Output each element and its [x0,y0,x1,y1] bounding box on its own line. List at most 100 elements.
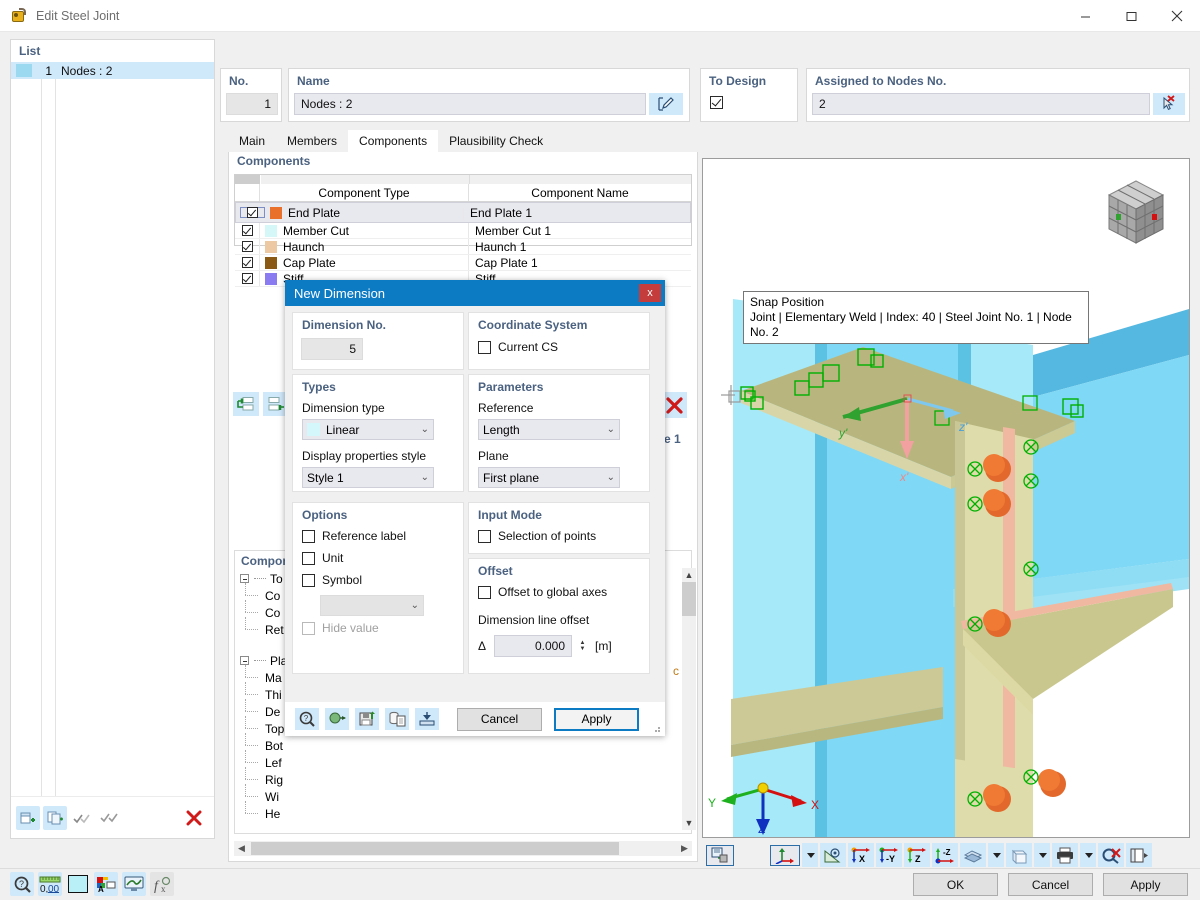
tree-item[interactable]: Wi [235,788,691,805]
offset-to-global-axes-checkbox[interactable]: Offset to global axes [478,585,607,599]
symbol-select[interactable]: ⌄ [320,595,424,616]
unit-checkbox[interactable]: Unit [302,551,343,565]
joint-name-input[interactable]: Nodes : 2 [294,93,646,115]
row-checkbox[interactable] [235,255,260,270]
view-cube-icon[interactable] [1097,173,1175,251]
assigned-nodes-input[interactable]: 2 [812,93,1150,115]
collapse-icon[interactable] [240,656,249,665]
color-swatch-icon[interactable] [66,872,90,896]
selection-of-points-checkbox[interactable]: Selection of points [478,529,596,543]
tab-main[interactable]: Main [228,130,276,152]
tab-plausibility-check[interactable]: Plausibility Check [438,130,554,152]
axes-icon[interactable] [770,845,800,866]
steel-joint-icon [10,7,28,25]
tree-item[interactable]: He [235,805,691,822]
indent-left-icon[interactable] [233,392,259,416]
shading-icon[interactable] [960,843,986,867]
scroll-left-icon[interactable]: ◀ [234,841,249,856]
to-design-checkbox[interactable] [710,95,723,109]
property-tree-hscrollbar[interactable]: ◀ ▶ [234,841,692,856]
tab-components[interactable]: Components [348,130,438,152]
help-icon[interactable]: ? [10,872,34,896]
row-checkbox[interactable] [235,239,260,254]
import-icon[interactable] [325,708,349,730]
close-icon[interactable]: x [639,284,661,302]
apply-button[interactable]: Apply [1103,873,1188,896]
current-cs-checkbox[interactable]: Current CS [478,340,558,354]
tree-item[interactable]: Lef [235,754,691,771]
caret-down-icon[interactable] [1080,843,1096,867]
dimension-no-input[interactable]: 5 [301,338,363,360]
display-style-select[interactable]: Style 1 ⌄ [302,467,434,488]
tree-group-bolts[interactable]: Bolts [235,832,691,834]
table-row[interactable]: End Plate End Plate 1 [235,202,691,223]
edit-icon[interactable] [649,93,683,115]
view-neg-y-icon[interactable]: -Y [876,843,902,867]
view-z-icon[interactable]: Z [904,843,930,867]
cancel-button[interactable]: Cancel [1008,873,1093,896]
center-icon[interactable] [415,708,439,730]
print-icon[interactable] [1052,843,1078,867]
list-item[interactable]: 1 Nodes : 2 [11,62,214,79]
scroll-right-icon[interactable]: ▶ [677,841,692,856]
collapse-icon[interactable] [240,574,249,583]
apply-button[interactable]: Apply [554,708,639,731]
ok-button[interactable]: OK [913,873,998,896]
copy-list-icon[interactable] [385,708,409,730]
close-icon[interactable] [1154,0,1200,32]
display-icon[interactable] [122,872,146,896]
plane-select[interactable]: First plane ⌄ [478,467,620,488]
delete-icon[interactable] [182,806,206,830]
dialog-title-bar[interactable]: New Dimension x [285,280,665,306]
pick-cursor-icon[interactable] [1153,93,1185,115]
table-row[interactable]: Haunch Haunch 1 [235,239,691,255]
caret-down-icon[interactable] [1034,843,1050,867]
symbol-checkbox[interactable]: Symbol [302,573,362,587]
dimension-line-offset-input[interactable]: 0.000 [494,635,572,657]
wireframe-icon[interactable] [1006,843,1032,867]
tree-item[interactable]: Rig [235,771,691,788]
view-neg-z-icon[interactable]: -Z [932,843,958,867]
dimension-type-select[interactable]: Linear ⌄ [302,419,434,440]
row-checkbox[interactable] [235,223,260,238]
3d-viewport[interactable]: y' z' x' X Y [702,158,1190,838]
offset-stepper[interactable]: ▲▼ [578,640,587,652]
caret-down-icon[interactable] [988,843,1004,867]
help-icon[interactable]: ? [295,708,319,730]
units-icon[interactable]: 0, 00 [38,872,62,896]
minimize-icon[interactable] [1062,0,1108,32]
row-checkbox[interactable] [240,207,265,218]
scroll-down-icon[interactable]: ▼ [682,816,696,830]
caret-down-icon[interactable] [802,843,818,867]
view-x-icon[interactable]: X [848,843,874,867]
table-row[interactable]: Member Cut Member Cut 1 [235,223,691,239]
measure-icon[interactable] [820,843,846,867]
new-icon[interactable] [16,806,40,830]
save-icon[interactable] [355,708,379,730]
svg-text:Y: Y [708,796,716,810]
components-mid-toolbar [233,392,289,416]
table-row[interactable]: Cap Plate Cap Plate 1 [235,255,691,271]
joint-number-value[interactable]: 1 [226,93,278,115]
maximize-icon[interactable] [1108,0,1154,32]
tree-item[interactable]: Bot [235,737,691,754]
copy-icon[interactable] [43,806,67,830]
zoom-reset-icon[interactable] [1098,843,1124,867]
check-all-icon[interactable] [97,806,121,830]
check-icon[interactable] [70,806,94,830]
render-mode-icon[interactable] [706,845,734,866]
legend-icon[interactable]: A [94,872,118,896]
function-icon[interactable]: f x [150,872,174,896]
hscrollbar-thumb[interactable] [251,842,619,855]
window-icon[interactable] [1126,843,1152,867]
row-checkbox[interactable] [235,271,260,286]
scroll-up-icon[interactable]: ▲ [682,568,696,582]
scrollbar-thumb[interactable] [682,582,696,616]
cancel-button[interactable]: Cancel [457,708,542,731]
property-tree-scrollbar[interactable]: ▲ ▼ [682,568,696,830]
reference-select[interactable]: Length ⌄ [478,419,620,440]
tab-members[interactable]: Members [276,130,348,152]
reference-label-checkbox[interactable]: Reference label [302,529,406,543]
dialog-body: Dimension No. 5 Coordinate System Curren… [285,306,665,704]
resize-grip[interactable] [651,723,661,733]
